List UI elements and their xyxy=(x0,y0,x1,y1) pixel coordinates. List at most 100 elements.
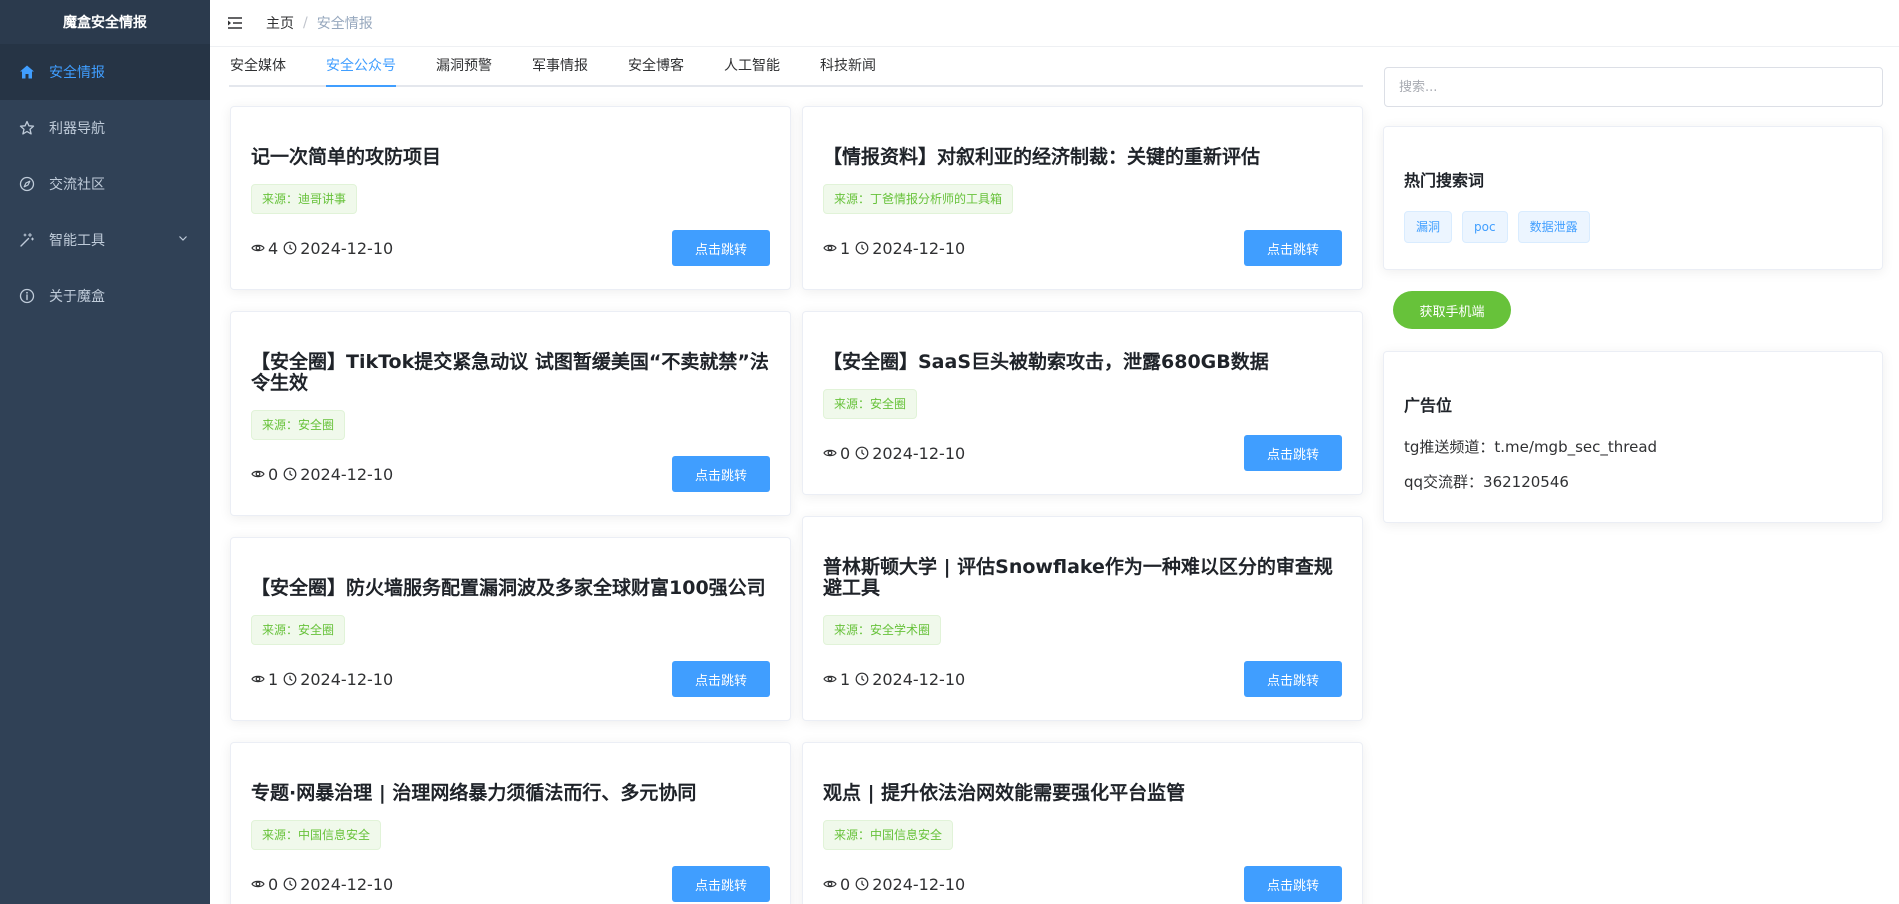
get-mobile-button[interactable]: 获取手机端 xyxy=(1393,291,1511,329)
article-card: 【安全圈】SaaS巨头被勒索攻击，泄露680GB数据 来源：安全圈 0 2024… xyxy=(802,311,1363,495)
view-count: 0 xyxy=(268,464,279,484)
jump-button[interactable]: 点击跳转 xyxy=(672,230,770,266)
article-date: 2024-12-10 xyxy=(300,874,394,894)
jump-button[interactable]: 点击跳转 xyxy=(1244,661,1342,697)
sidebar-item-tools-nav[interactable]: 利器导航 xyxy=(0,100,210,156)
clock-icon xyxy=(855,446,869,460)
eye-icon xyxy=(251,675,265,683)
clock-icon xyxy=(855,877,869,891)
menu-fold-icon[interactable] xyxy=(226,14,244,32)
tab-security-blogs[interactable]: 安全博客 xyxy=(608,47,704,85)
breadcrumb-separator: / xyxy=(303,15,308,31)
article-card: 普林斯顿大学 | 评估Snowflake作为一种难以区分的审查规避工具 来源：安… xyxy=(802,516,1363,721)
article-meta: 0 2024-12-10 xyxy=(823,875,965,894)
sidebar-item-label: 关于魔盒 xyxy=(49,289,105,305)
sidebar-item-community[interactable]: 交流社区 xyxy=(0,156,210,212)
article-card: 【情报资料】对叙利亚的经济制裁：关键的重新评估 来源：丁爸情报分析师的工具箱 1… xyxy=(802,106,1363,290)
hot-tag[interactable]: poc xyxy=(1462,211,1508,243)
tab-tech-news[interactable]: 科技新闻 xyxy=(800,47,896,85)
chevron-down-icon xyxy=(179,236,187,241)
breadcrumb-home[interactable]: 主页 xyxy=(266,13,294,33)
jump-button[interactable]: 点击跳转 xyxy=(1244,230,1342,266)
view-count: 0 xyxy=(840,443,851,463)
sidebar-item-about[interactable]: 关于魔盒 xyxy=(0,268,210,324)
home-icon xyxy=(19,64,35,80)
tab-ai[interactable]: 人工智能 xyxy=(704,47,800,85)
top-header: 主页 / 安全情报 xyxy=(210,0,1899,47)
sidebar-item-label: 交流社区 xyxy=(49,177,105,193)
article-date: 2024-12-10 xyxy=(300,669,394,689)
clock-icon xyxy=(855,241,869,255)
view-count: 1 xyxy=(840,238,851,258)
article-title: 【安全圈】TikTok提交紧急动议 试图暂缓美国“不卖就禁”法令生效 xyxy=(251,351,769,394)
jump-button[interactable]: 点击跳转 xyxy=(672,866,770,902)
magic-wand-icon xyxy=(19,232,35,248)
tab-security-media[interactable]: 安全媒体 xyxy=(229,47,306,85)
eye-icon xyxy=(251,470,265,478)
hot-search-title: 热门搜索词 xyxy=(1404,171,1485,190)
article-meta: 1 2024-12-10 xyxy=(823,670,965,689)
eye-icon xyxy=(823,880,837,888)
article-card: 【安全圈】TikTok提交紧急动议 试图暂缓美国“不卖就禁”法令生效 来源：安全… xyxy=(230,311,791,516)
clock-icon xyxy=(283,467,297,481)
tab-security-wechat[interactable]: 安全公众号 xyxy=(306,47,416,87)
eye-icon xyxy=(251,880,265,888)
sidebar-item-label: 智能工具 xyxy=(49,233,105,249)
hot-tag[interactable]: 漏洞 xyxy=(1404,211,1453,243)
article-title: 【安全圈】SaaS巨头被勒索攻击，泄露680GB数据 xyxy=(823,351,1269,373)
category-tabs: 安全媒体 安全公众号 漏洞预警 军事情报 安全博客 人工智能 科技新闻 xyxy=(229,47,1363,87)
source-tag: 来源：中国信息安全 xyxy=(823,820,954,850)
article-date: 2024-12-10 xyxy=(872,238,966,258)
breadcrumb: 主页 / 安全情报 xyxy=(266,13,373,33)
source-tag: 来源：安全学术圈 xyxy=(823,615,942,645)
article-card: 观点 | 提升依法治网效能需要强化平台监管 来源：中国信息安全 0 2024-1… xyxy=(802,742,1363,904)
breadcrumb-current: 安全情报 xyxy=(316,16,373,32)
article-date: 2024-12-10 xyxy=(300,238,394,258)
source-tag: 来源：丁爸情报分析师的工具箱 xyxy=(823,184,1014,214)
source-tag: 来源：迪哥讲事 xyxy=(251,184,358,214)
jump-button[interactable]: 点击跳转 xyxy=(1244,866,1342,902)
eye-icon xyxy=(823,675,837,683)
sidebar-item-security-intel[interactable]: 安全情报 xyxy=(0,44,210,100)
tab-military-intel[interactable]: 军事情报 xyxy=(512,47,608,85)
article-meta: 1 2024-12-10 xyxy=(251,670,393,689)
jump-button[interactable]: 点击跳转 xyxy=(672,661,770,697)
star-icon xyxy=(19,120,35,136)
compass-icon xyxy=(19,176,35,192)
hot-search-panel: 热门搜索词 漏洞 poc 数据泄露 xyxy=(1383,126,1883,270)
hot-search-tags: 漏洞 poc 数据泄露 xyxy=(1404,211,1862,243)
hot-tag[interactable]: 数据泄露 xyxy=(1517,211,1590,243)
view-count: 1 xyxy=(268,669,279,689)
tab-vuln-alerts[interactable]: 漏洞预警 xyxy=(416,47,512,85)
jump-button[interactable]: 点击跳转 xyxy=(672,456,770,492)
clock-icon xyxy=(283,672,297,686)
source-tag: 来源：安全圈 xyxy=(251,410,346,440)
clock-icon xyxy=(283,877,297,891)
jump-button[interactable]: 点击跳转 xyxy=(1244,435,1342,471)
sidebar-item-smart-tools[interactable]: 智能工具 xyxy=(0,212,210,268)
article-title: 观点 | 提升依法治网效能需要强化平台监管 xyxy=(823,782,1186,804)
ad-qq-line: qq交流群：362120546 xyxy=(1404,473,1569,491)
app-title: 魔盒安全情报 xyxy=(0,0,210,44)
article-date: 2024-12-10 xyxy=(872,443,966,463)
eye-icon xyxy=(251,244,265,252)
article-date: 2024-12-10 xyxy=(872,874,966,894)
article-title: 专题·网暴治理 | 治理网络暴力须循法而行、多元协同 xyxy=(251,782,697,804)
article-title: 【情报资料】对叙利亚的经济制裁：关键的重新评估 xyxy=(823,146,1261,168)
article-title: 记一次简单的攻防项目 xyxy=(251,146,442,168)
ad-panel: 广告位 tg推送频道：t.me/mgb_sec_thread qq交流群：362… xyxy=(1383,351,1883,523)
article-card: 记一次简单的攻防项目 来源：迪哥讲事 4 2024-12-10 点击跳转 xyxy=(230,106,791,290)
clock-icon xyxy=(855,672,869,686)
search-input[interactable] xyxy=(1384,67,1883,107)
ad-title: 广告位 xyxy=(1404,396,1453,415)
article-meta: 0 2024-12-10 xyxy=(251,465,393,484)
ad-telegram-line: tg推送频道：t.me/mgb_sec_thread xyxy=(1404,438,1658,456)
sidebar: 魔盒安全情报 安全情报 利器导航 交流社区 智能工具 关于魔盒 xyxy=(0,0,210,904)
source-tag: 来源：中国信息安全 xyxy=(251,820,382,850)
article-card: 【安全圈】防火墙服务配置漏洞波及多家全球财富100强公司 来源：安全圈 1 20… xyxy=(230,537,791,721)
article-meta: 4 2024-12-10 xyxy=(251,239,393,258)
eye-icon xyxy=(823,449,837,457)
clock-icon xyxy=(283,241,297,255)
article-title: 【安全圈】防火墙服务配置漏洞波及多家全球财富100强公司 xyxy=(251,577,766,599)
view-count: 0 xyxy=(268,874,279,894)
